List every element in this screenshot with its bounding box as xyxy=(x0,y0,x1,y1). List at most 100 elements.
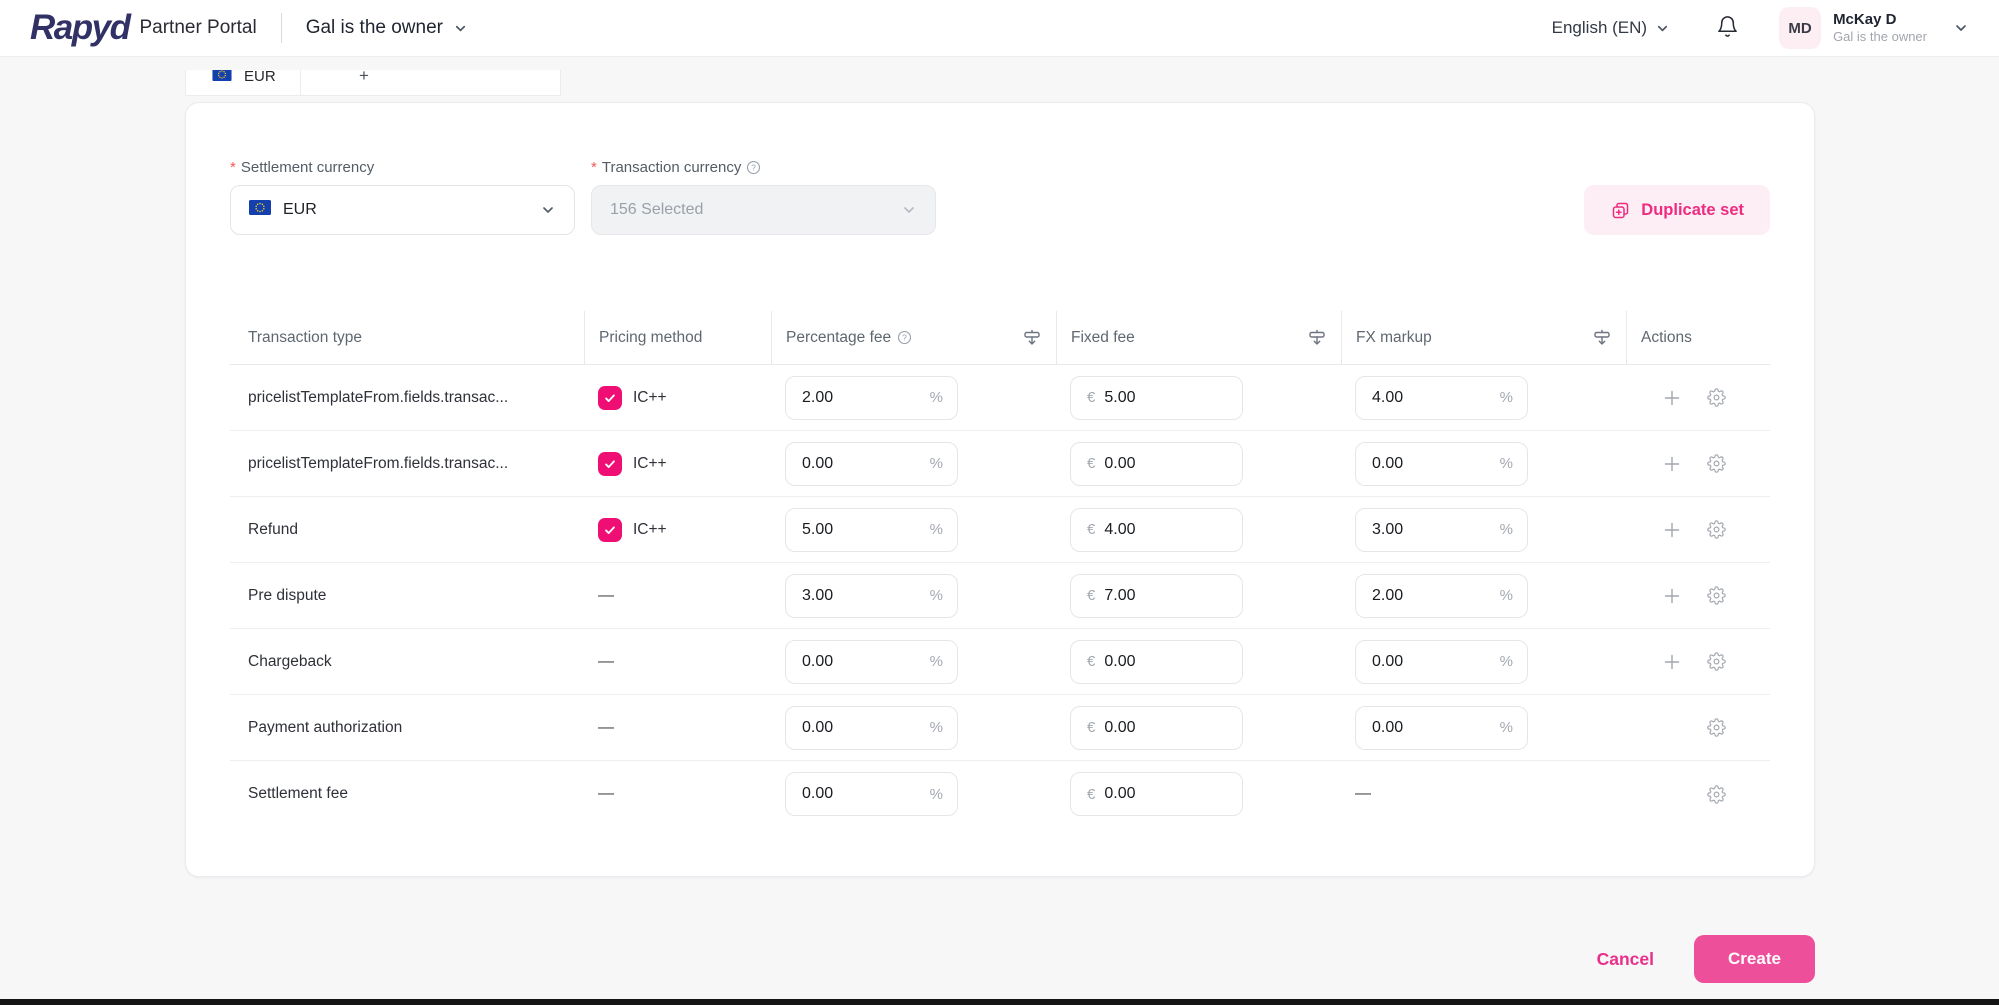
column-label: Fixed fee xyxy=(1071,329,1135,347)
create-button[interactable]: Create xyxy=(1694,935,1815,983)
org-switcher[interactable]: Gal is the owner xyxy=(306,17,468,39)
percentage-fee-input[interactable]: 0.00 % xyxy=(785,640,958,684)
pricing-method-checkbox[interactable] xyxy=(598,518,622,542)
column-header-fx-markup: FX markup xyxy=(1341,311,1626,364)
percentage-fee-input[interactable]: 3.00 % xyxy=(785,574,958,618)
add-fee-button[interactable] xyxy=(1662,388,1682,408)
pricing-card: * Settlement currency EUR * Transaction … xyxy=(185,102,1815,877)
fixed-fee-cell: € 4.00 xyxy=(1056,508,1341,552)
fill-column-icon[interactable] xyxy=(1022,328,1042,348)
field-label-text: Settlement currency xyxy=(241,159,374,176)
percentage-fee-input[interactable]: 2.00 % xyxy=(785,376,958,420)
settings-gear-button[interactable] xyxy=(1706,520,1726,540)
add-tab-button[interactable]: + xyxy=(301,70,561,96)
header-left: Rapyd Partner Portal Gal is the owner xyxy=(30,8,468,48)
actions-cell xyxy=(1626,586,1772,606)
transaction-type-cell: Settlement fee xyxy=(230,785,584,803)
percent-suffix: % xyxy=(1500,587,1513,604)
language-label: English (EN) xyxy=(1552,18,1647,38)
transaction-type-cell: Payment authorization xyxy=(230,719,584,737)
euro-prefix: € xyxy=(1087,389,1095,406)
add-fee-button[interactable] xyxy=(1662,586,1682,606)
fixed-fee-cell: € 0.00 xyxy=(1056,640,1341,684)
fixed-fee-input[interactable]: € 7.00 xyxy=(1070,574,1243,618)
settlement-currency-select[interactable]: EUR xyxy=(230,185,575,235)
fx-markup-input[interactable]: 0.00 % xyxy=(1355,640,1528,684)
help-icon[interactable]: ? xyxy=(746,160,761,175)
settings-gear-button[interactable] xyxy=(1706,784,1726,804)
percentage-fee-input[interactable]: 5.00 % xyxy=(785,508,958,552)
percentage-fee-input[interactable]: 0.00 % xyxy=(785,706,958,750)
duplicate-set-button[interactable]: Duplicate set xyxy=(1584,185,1770,235)
percentage-fee-input[interactable]: 0.00 % xyxy=(785,772,958,816)
fixed-fee-input[interactable]: € 0.00 xyxy=(1070,772,1243,816)
user-menu[interactable]: MD McKay D Gal is the owner xyxy=(1779,7,1969,49)
percent-suffix: % xyxy=(930,455,943,472)
add-fee-button[interactable] xyxy=(1662,520,1682,540)
fill-column-icon[interactable] xyxy=(1592,328,1612,348)
rapyd-logo: Rapyd xyxy=(30,8,129,48)
pricing-method-cell: IC++ xyxy=(584,386,771,410)
language-selector[interactable]: English (EN) xyxy=(1552,18,1670,38)
fixed-fee-cell: € 7.00 xyxy=(1056,574,1341,618)
cancel-button[interactable]: Cancel xyxy=(1597,949,1654,970)
tab-eur[interactable]: EUR xyxy=(185,70,301,96)
fixed-fee-input[interactable]: € 4.00 xyxy=(1070,508,1243,552)
user-meta: McKay D Gal is the owner xyxy=(1833,11,1927,46)
fx-markup-input[interactable]: 0.00 % xyxy=(1355,706,1528,750)
pricing-table-header: Transaction typePricing methodPercentage… xyxy=(230,311,1770,365)
transaction-currency-select[interactable]: 156 Selected xyxy=(591,185,936,235)
tab-eur-label: EUR xyxy=(244,70,276,85)
pricing-method-checkbox[interactable] xyxy=(598,452,622,476)
settings-gear-button[interactable] xyxy=(1706,586,1726,606)
settings-gear-button[interactable] xyxy=(1706,388,1726,408)
fx-markup-input[interactable]: 3.00 % xyxy=(1355,508,1528,552)
add-fee-button[interactable] xyxy=(1662,652,1682,672)
fixed-fee-cell: € 0.00 xyxy=(1056,706,1341,750)
header-right: English (EN) MD McKay D Gal is the owner xyxy=(1552,7,1969,49)
transaction-type-label: pricelistTemplateFrom.fields.transac... xyxy=(248,455,508,473)
help-icon[interactable]: ? xyxy=(897,330,912,345)
chevron-down-icon xyxy=(1655,21,1670,36)
fx-markup-input[interactable]: 4.00 % xyxy=(1355,376,1528,420)
fixed-fee-input[interactable]: € 5.00 xyxy=(1070,376,1243,420)
fixed-fee-value: 5.00 xyxy=(1104,389,1135,407)
fx-markup-input[interactable]: 2.00 % xyxy=(1355,574,1528,618)
percentage-fee-cell: 2.00 % xyxy=(771,376,1056,420)
notifications-button[interactable] xyxy=(1716,15,1739,41)
fixed-fee-input[interactable]: € 0.00 xyxy=(1070,442,1243,486)
transaction-currency-value: 156 Selected xyxy=(610,201,703,219)
plus-icon: + xyxy=(359,70,369,86)
settings-gear-button[interactable] xyxy=(1706,454,1726,474)
table-row-pre-dispute: Pre dispute — 3.00 % € 7.00 2.00 % xyxy=(230,563,1770,629)
column-label: FX markup xyxy=(1356,329,1432,347)
column-label: Percentage fee xyxy=(786,329,891,347)
fx-markup-input[interactable]: 0.00 % xyxy=(1355,442,1528,486)
org-switcher-label: Gal is the owner xyxy=(306,17,443,39)
column-header-fixed-fee: Fixed fee xyxy=(1056,311,1341,364)
percentage-fee-input[interactable]: 0.00 % xyxy=(785,442,958,486)
fixed-fee-input[interactable]: € 0.00 xyxy=(1070,706,1243,750)
fixed-fee-cell: € 0.00 xyxy=(1056,442,1341,486)
percent-suffix: % xyxy=(1500,389,1513,406)
pricing-method-cell: — xyxy=(584,587,771,605)
settings-gear-button[interactable] xyxy=(1706,718,1726,738)
transaction-currency-field: * Transaction currency ? 156 Selected xyxy=(591,159,936,235)
euro-prefix: € xyxy=(1087,521,1095,538)
percentage-fee-value: 0.00 xyxy=(802,455,833,473)
fill-column-icon[interactable] xyxy=(1307,328,1327,348)
percent-suffix: % xyxy=(930,653,943,670)
add-fee-button[interactable] xyxy=(1662,454,1682,474)
fixed-fee-value: 7.00 xyxy=(1104,587,1135,605)
user-role: Gal is the owner xyxy=(1833,29,1927,45)
pricing-method-empty: — xyxy=(598,653,614,671)
fx-markup-empty: — xyxy=(1355,785,1371,803)
settings-gear-button[interactable] xyxy=(1706,652,1726,672)
pricing-method-checkbox[interactable] xyxy=(598,386,622,410)
bottom-bar xyxy=(0,999,1999,1005)
pricing-method-empty: — xyxy=(598,785,614,803)
percentage-fee-cell: 0.00 % xyxy=(771,442,1056,486)
fixed-fee-input[interactable]: € 0.00 xyxy=(1070,640,1243,684)
product-name: Partner Portal xyxy=(139,17,256,39)
column-label: Actions xyxy=(1641,329,1692,347)
